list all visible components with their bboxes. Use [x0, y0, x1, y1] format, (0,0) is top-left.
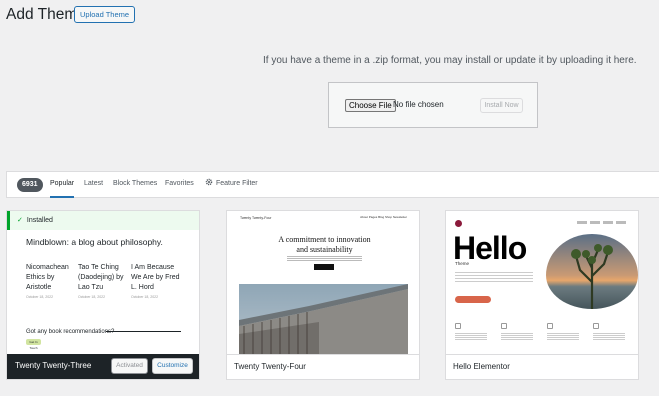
preview-feature — [593, 323, 628, 340]
theme-card-hello-elementor[interactable]: Hello Theme Hello Elementor — [445, 210, 639, 380]
preview-book-date: October 18, 2022 — [26, 295, 54, 299]
gear-icon — [205, 178, 213, 186]
installed-label: Installed — [26, 217, 53, 224]
preview-theme-label: Theme — [455, 261, 470, 266]
preview-building-image — [239, 284, 408, 355]
feature-filter-button[interactable]: Feature Filter — [205, 172, 258, 198]
preview-feature — [501, 323, 536, 340]
preview-book-title: I Am Because We Are by Fred L. Hord — [131, 264, 180, 291]
preview-subtext — [287, 255, 362, 261]
preview-nav: About Pages Blog Shop Newsletter — [360, 215, 407, 219]
install-now-button[interactable]: Install Now — [480, 98, 523, 113]
upload-box: Choose File No file chosen Install Now — [328, 82, 538, 128]
upload-message: If you have a theme in a .zip format, yo… — [263, 55, 637, 66]
customize-button[interactable]: Customize — [152, 358, 193, 374]
tab-popular[interactable]: Popular — [50, 172, 75, 198]
theme-name: Twenty Twenty-Three — [15, 361, 92, 370]
send-icon — [547, 323, 553, 329]
bulb-icon — [455, 323, 461, 329]
preview-button — [314, 264, 334, 270]
filter-bar: 6931 Popular Latest Block Themes Favorit… — [6, 171, 659, 198]
card-footer: Twenty Twenty-Four — [227, 354, 419, 379]
preview-logo-icon — [455, 220, 462, 227]
preview-nav — [577, 221, 629, 224]
theme-card-twenty-twenty-four[interactable]: Twenty Twenty-Four About Pages Blog Shop… — [226, 210, 420, 380]
preview-book-title: Tao Te Ching (Daodejing) by Lao Tzu — [78, 264, 124, 291]
preview-text — [455, 270, 533, 284]
preview-book-date: October 18, 2022 — [78, 295, 106, 299]
feature-filter-label: Feature Filter — [216, 180, 258, 187]
theme-card-twenty-twenty-three[interactable]: ✓ Installed Mindblown: a blog about philo… — [6, 210, 200, 380]
preview-cactus-image — [546, 234, 638, 309]
activated-button[interactable]: Activated — [111, 358, 148, 374]
preview-logo: Twenty Twenty-Four — [240, 216, 272, 220]
preview-book: Tao Te Ching (Daodejing) by Lao Tzu Octob… — [78, 263, 130, 300]
tab-favorites[interactable]: Favorites — [165, 172, 194, 198]
preview-feature-text — [547, 332, 579, 340]
theme-count-badge: 6931 — [17, 178, 43, 192]
preview-feature — [455, 323, 490, 340]
preview-pill: Get In Touch — [26, 339, 41, 350]
preview-title: Mindblown: a blog about philosophy. — [26, 237, 163, 247]
preview-button — [455, 296, 491, 303]
preview-question: Got any book recommendations? — [26, 329, 115, 335]
preview-feature — [547, 323, 582, 340]
tab-latest[interactable]: Latest — [84, 172, 103, 198]
preview-divider — [106, 331, 181, 332]
check-icon: ✓ — [17, 217, 23, 224]
theme-name: Twenty Twenty-Four — [234, 362, 306, 371]
preview-feature-text — [593, 332, 625, 340]
preview-feature-text — [501, 332, 533, 340]
preview-book-title: Nicomachean Ethics by Aristotle — [26, 264, 69, 291]
preview-feature-text — [455, 332, 487, 340]
installed-notice: ✓ Installed — [7, 211, 199, 230]
diamond-icon — [501, 323, 507, 329]
preview-book-date: October 18, 2022 — [131, 295, 159, 299]
preview-big-heading: Hello — [453, 230, 527, 266]
snowflake-icon — [593, 323, 599, 329]
choose-file-button[interactable]: Choose File — [345, 99, 396, 112]
preview-headline: A commitment to innovation and sustainab… — [278, 235, 371, 254]
upload-theme-button[interactable]: Upload Theme — [74, 6, 136, 23]
preview-book: I Am Because We Are by Fred L. Hord Octob… — [131, 263, 183, 300]
active-theme-footer: Twenty Twenty-Three Activated Customize — [7, 354, 199, 379]
card-footer: Hello Elementor — [446, 354, 638, 379]
preview-book: Nicomachean Ethics by Aristotle October 1… — [26, 263, 78, 300]
tab-block-themes[interactable]: Block Themes — [113, 172, 157, 198]
theme-name: Hello Elementor — [453, 362, 510, 371]
no-file-label: No file chosen — [393, 100, 444, 109]
